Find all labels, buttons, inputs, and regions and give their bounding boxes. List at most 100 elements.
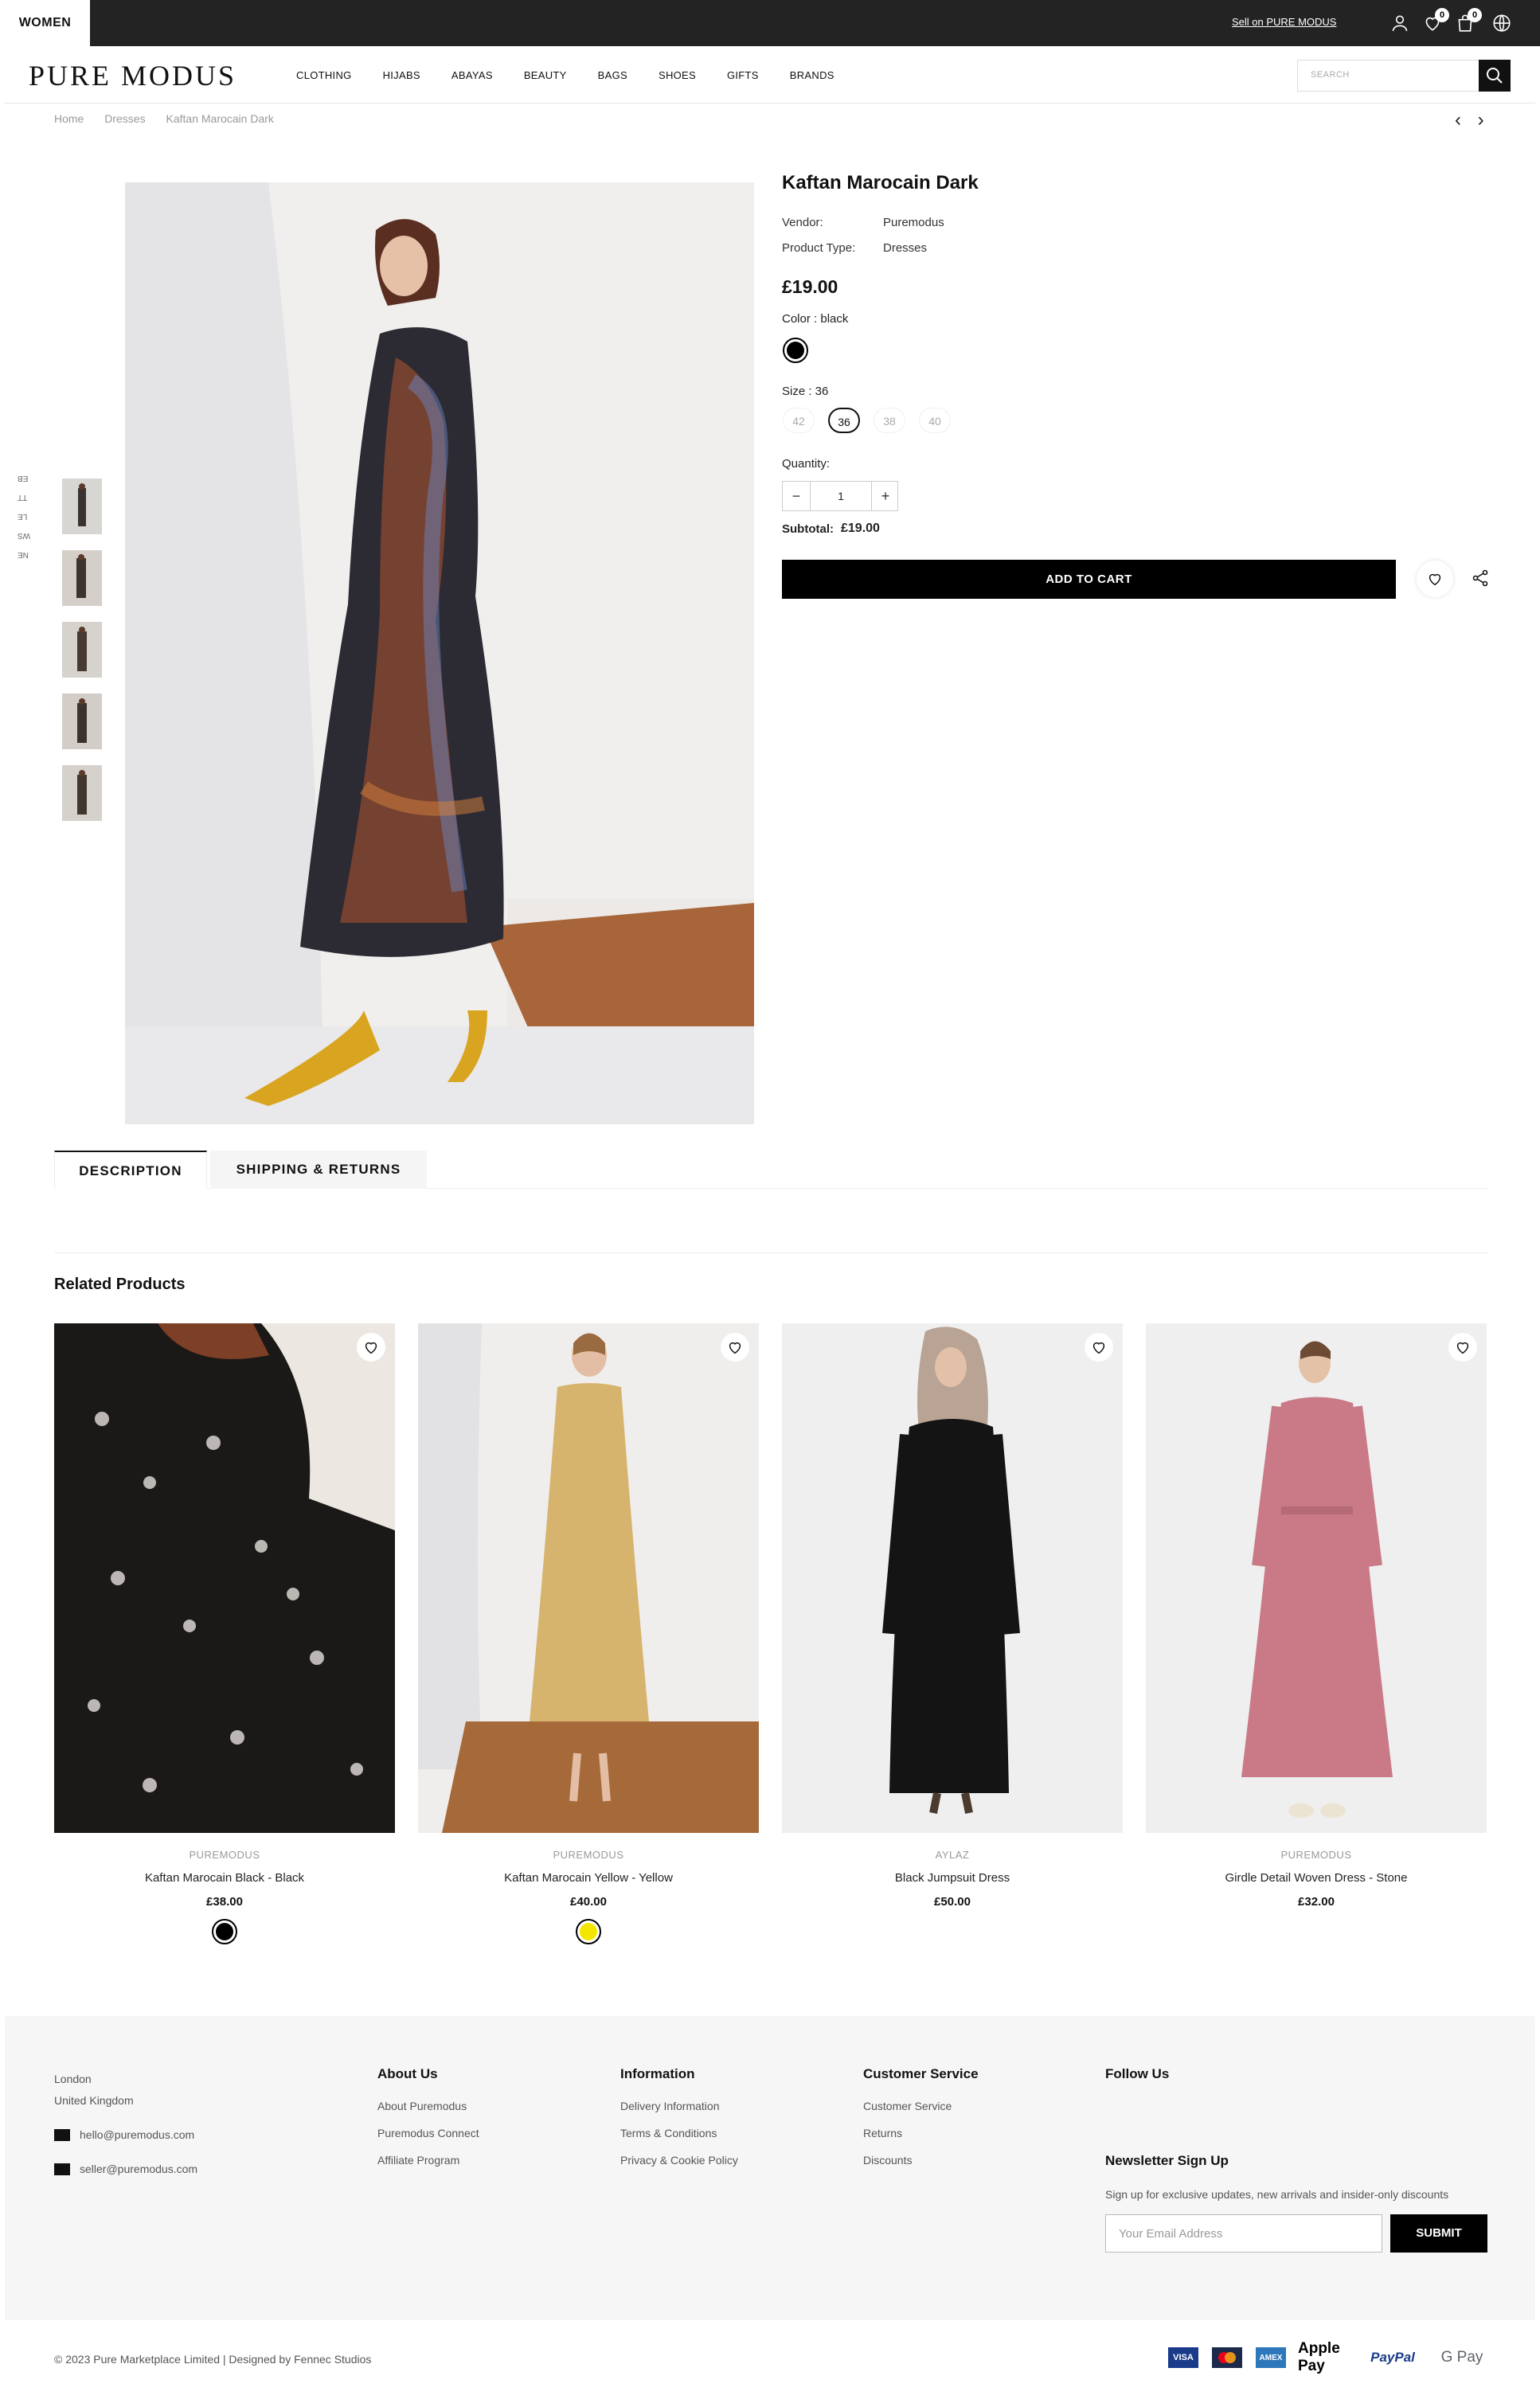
menu-item-bags[interactable]: BAGS [598,69,627,81]
menu-item-shoes[interactable]: SHOES [659,69,696,81]
card-title[interactable]: Kaftan Marocain Black - Black [54,1871,395,1885]
menu-item-brands[interactable]: BRANDS [790,69,834,81]
product-card-image[interactable] [54,1323,395,1833]
footer-link[interactable]: About Puremodus [377,2100,467,2112]
cart-count: 0 [1468,8,1482,22]
card-vendor[interactable]: PUREMODUS [54,1849,395,1861]
footer-email-seller[interactable]: seller@puremodus.com [80,2163,197,2175]
tab-shipping-returns[interactable]: SHIPPING & RETURNS [210,1151,427,1189]
size-option-42[interactable]: 42 [783,408,815,433]
women-tab[interactable]: WOMEN [0,0,90,46]
newsletter-text: Sign up for exclusive updates, new arriv… [1105,2188,1449,2201]
wishlist-icon[interactable]: 0 [1422,8,1449,33]
card-wishlist-button[interactable] [1085,1333,1113,1362]
envelope-icon [54,2163,70,2175]
card-title[interactable]: Black Jumpsuit Dress [782,1871,1123,1885]
decrease-quantity-button[interactable]: − [783,482,810,510]
card-color-swatch[interactable] [576,1919,601,1944]
side-label: TT [18,493,28,502]
menu-item-abayas[interactable]: ABAYAS [451,69,493,81]
footer-link[interactable]: Puremodus Connect [377,2127,479,2139]
card-price: £32.00 [1298,1895,1335,1909]
footer-customer-service-title: Customer Service [863,2066,979,2081]
card-vendor[interactable]: PUREMODUS [1146,1849,1487,1861]
color-swatch-black[interactable] [783,338,808,363]
tab-description[interactable]: DESCRIPTION [54,1151,207,1189]
card-price: £38.00 [206,1895,243,1909]
color-label: Color : black [782,312,849,326]
quantity-stepper: − 1 + [782,481,898,511]
product-price: £19.00 [782,276,838,297]
size-option-40[interactable]: 40 [919,408,951,433]
footer-link[interactable]: Delivery Information [620,2100,720,2112]
globe-icon[interactable] [1491,13,1512,33]
footer-city: London [54,2073,92,2085]
footer-email-hello[interactable]: hello@puremodus.com [80,2128,194,2141]
main-product-image[interactable] [125,182,754,1124]
add-to-cart-button[interactable]: ADD TO CART [782,560,1396,599]
menu-item-gifts[interactable]: GIFTS [727,69,759,81]
footer-information-title: Information [620,2066,695,2081]
sell-link[interactable]: Sell on PURE MODUS [1232,16,1336,28]
card-color-swatch[interactable] [212,1919,237,1944]
logo[interactable]: PURE MODUS [29,59,236,92]
heart-icon [729,1342,741,1354]
search-button[interactable] [1479,60,1511,92]
vendor-value[interactable]: Puremodus [883,216,944,229]
menu-item-hijabs[interactable]: HIJABS [383,69,420,81]
account-icon[interactable] [1390,13,1410,33]
breadcrumb-dresses[interactable]: Dresses [104,112,145,125]
product-card-image[interactable] [418,1323,759,1833]
footer-link[interactable]: Terms & Conditions [620,2127,717,2139]
increase-quantity-button[interactable]: + [872,482,899,510]
product-type-value[interactable]: Dresses [883,241,927,255]
prev-product-icon[interactable]: ‹ [1455,109,1461,131]
product-thumbnail[interactable] [62,550,102,606]
apple-pay-icon: Apple Pay [1298,2340,1340,2374]
footer-link[interactable]: Affiliate Program [377,2154,459,2167]
cart-icon[interactable]: 0 [1455,8,1482,33]
product-thumbnail[interactable] [62,622,102,678]
side-label: LE [18,512,28,521]
breadcrumb-home[interactable]: Home [54,112,84,125]
newsletter-submit-button[interactable]: SUBMIT [1390,2214,1487,2253]
newsletter-email-input[interactable]: Your Email Address [1105,2214,1382,2253]
card-wishlist-button[interactable] [357,1333,385,1362]
product-thumbnail[interactable] [62,479,102,534]
card-wishlist-button[interactable] [721,1333,749,1362]
footer-link[interactable]: Privacy & Cookie Policy [620,2154,738,2167]
product-card-image[interactable] [782,1323,1123,1833]
product-thumbnail[interactable] [62,694,102,749]
product-card-image[interactable] [1146,1323,1487,1833]
copyright: © 2023 Pure Marketplace Limited | Design… [54,2353,372,2366]
add-to-wishlist-button[interactable] [1417,561,1453,597]
card-wishlist-button[interactable] [1448,1333,1477,1362]
wishlist-count: 0 [1435,8,1449,22]
top-bar: WOMEN Sell on PURE MODUS 0 0 [0,0,1540,46]
card-vendor[interactable]: AYLAZ [782,1849,1123,1861]
footer-link[interactable]: Returns [863,2127,902,2139]
product-title: Kaftan Marocain Dark [782,172,979,193]
footer-about-title: About Us [377,2066,438,2081]
next-product-icon[interactable]: › [1478,109,1484,131]
footer-link[interactable]: Discounts [863,2154,912,2167]
card-price: £50.00 [934,1895,971,1909]
quantity-input[interactable]: 1 [810,482,872,510]
menu-item-beauty[interactable]: BEAUTY [524,69,567,81]
card-title[interactable]: Girdle Detail Woven Dress - Stone [1146,1871,1487,1885]
product-type-row: Product Type: Dresses [782,241,927,255]
breadcrumb: Home Dresses Kaftan Marocain Dark [54,112,291,125]
quantity-label: Quantity: [782,457,831,471]
size-option-36[interactable]: 36 [828,408,860,433]
card-price: £40.00 [570,1895,607,1909]
footer-link[interactable]: Customer Service [863,2100,952,2112]
heart-icon [1456,1342,1469,1354]
heart-icon [365,1342,377,1354]
menu-item-clothing[interactable]: CLOTHING [296,69,352,81]
card-vendor[interactable]: PUREMODUS [418,1849,759,1861]
share-icon[interactable] [1471,569,1490,592]
card-title[interactable]: Kaftan Marocain Yellow - Yellow [418,1871,759,1885]
size-option-38[interactable]: 38 [874,408,905,433]
search-input[interactable]: SEARCH [1297,60,1501,92]
product-thumbnail[interactable] [62,765,102,821]
